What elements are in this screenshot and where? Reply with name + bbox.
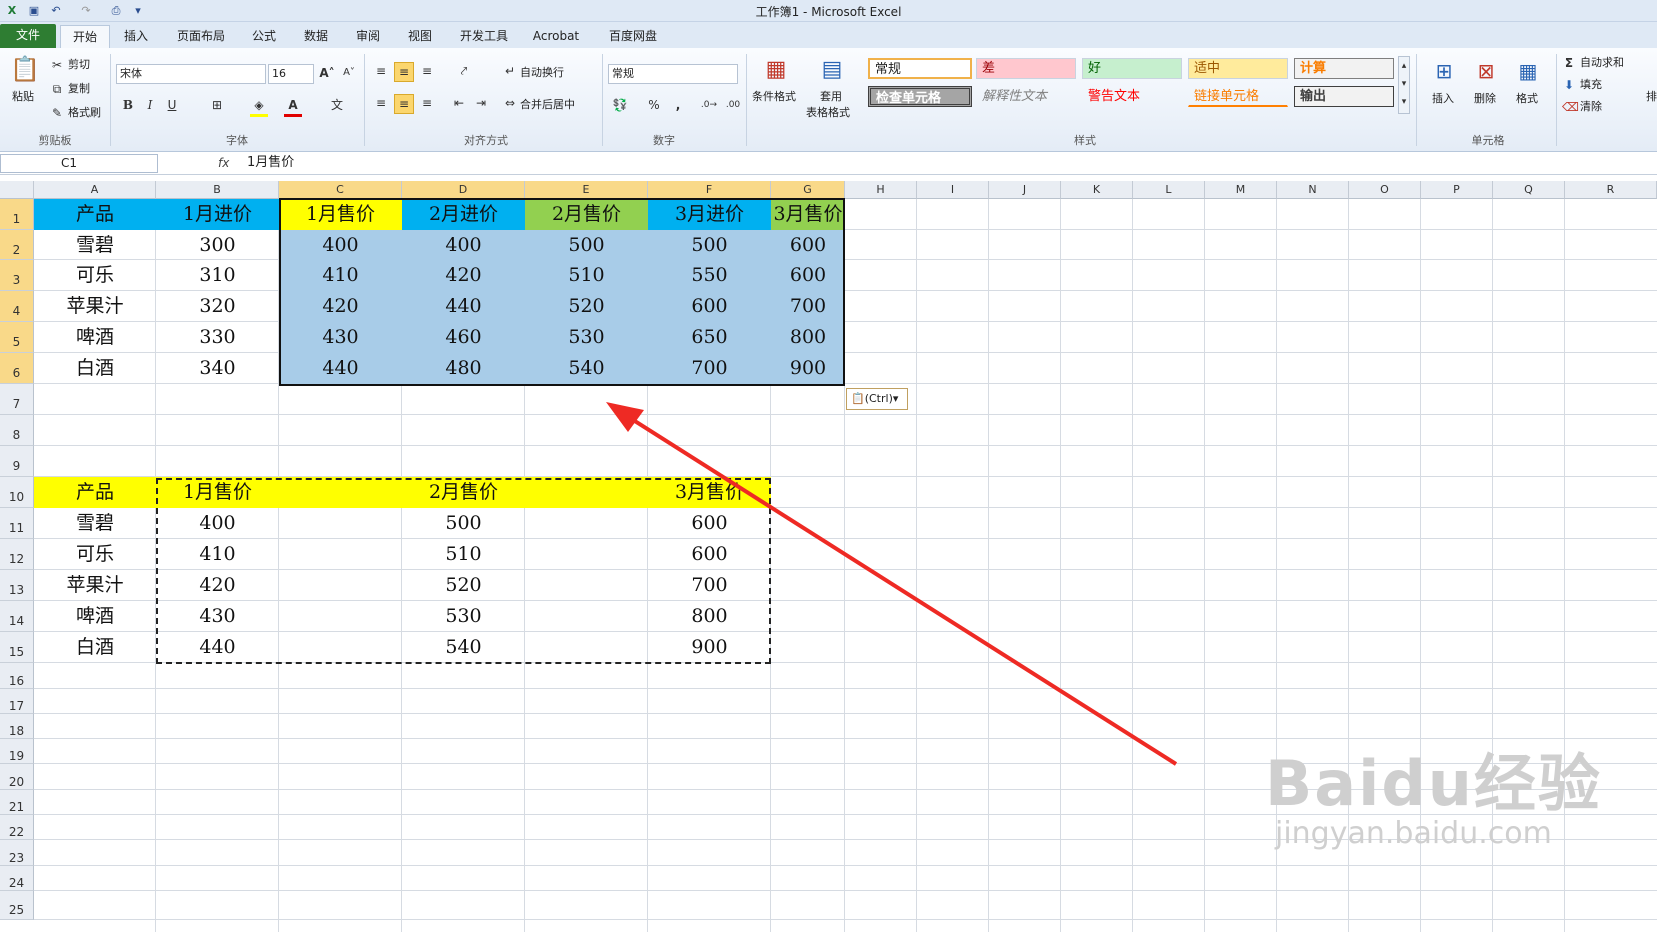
arrow-line bbox=[628, 416, 1178, 766]
arrow-head bbox=[606, 402, 644, 432]
annotation-arrow bbox=[606, 402, 1178, 766]
